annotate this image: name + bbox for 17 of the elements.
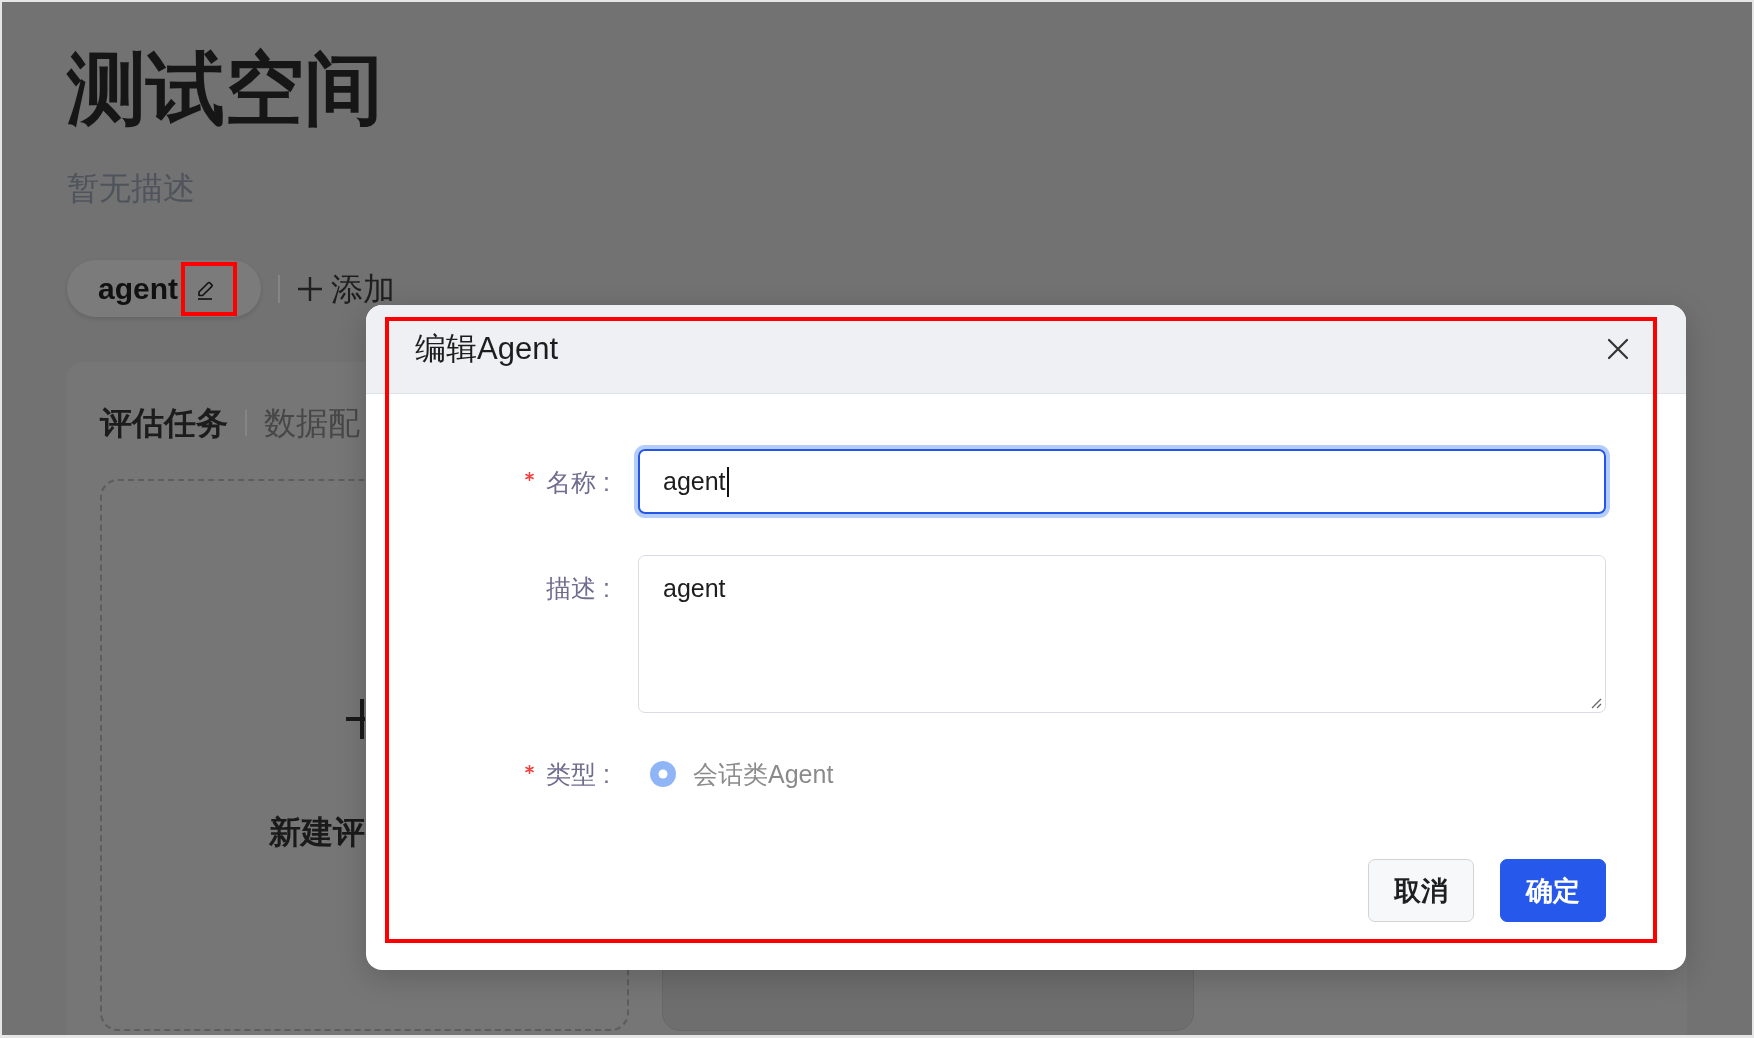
field-label: 描述 : — [546, 572, 610, 603]
resize-handle-icon[interactable] — [1590, 697, 1602, 709]
pencil-icon — [197, 280, 213, 301]
space-tab[interactable]: agent — [67, 260, 261, 318]
cancel-button[interactable]: 取消 — [1368, 859, 1474, 922]
add-button[interactable]: 添加 — [297, 269, 395, 309]
dialog-title: 编辑Agent — [415, 330, 558, 368]
field-label: 类型 : — [546, 759, 610, 789]
close-button[interactable] — [1607, 338, 1629, 360]
close-icon — [1607, 338, 1629, 360]
page-title: 测试空间 — [67, 49, 383, 128]
panel-tab[interactable]: 评估任务 — [100, 404, 228, 443]
textarea-field[interactable]: agent — [638, 555, 1606, 713]
text-cursor-icon — [726, 466, 729, 497]
confirm-button[interactable]: 确定 — [1500, 859, 1606, 922]
plus-icon — [297, 275, 323, 302]
plus-icon — [343, 699, 365, 740]
